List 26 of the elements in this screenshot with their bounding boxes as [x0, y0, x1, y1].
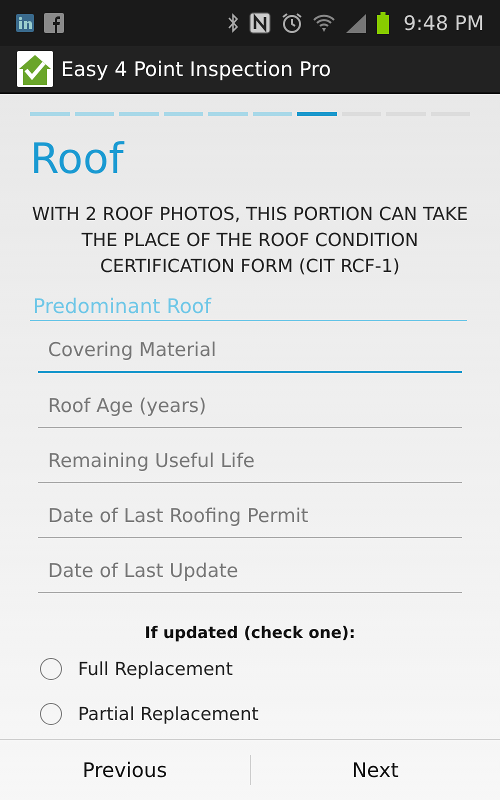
nfc-icon [249, 12, 272, 34]
linkedin-icon [16, 14, 34, 32]
next-button[interactable]: Next [250, 740, 500, 800]
house-check-icon [17, 51, 53, 87]
bluetooth-icon [227, 13, 240, 33]
signal-icon [345, 13, 368, 33]
clock-time: 9:48 PM [403, 11, 484, 35]
wifi-icon [313, 13, 336, 33]
input-field[interactable]: Date of Last Update [38, 549, 462, 593]
option-label: Full Replacement [78, 658, 233, 680]
input-field[interactable]: Covering Material [38, 329, 462, 373]
input-field[interactable]: Roof Age (years) [38, 384, 462, 428]
alarm-clock-icon [281, 12, 304, 34]
input-field[interactable]: Remaining Useful Life [38, 439, 462, 483]
notice-text: WITH 2 ROOF PHOTOS, THIS PORTION CAN TAKE THE PLACE OF THE ROOF CONDITION CERTIFICATION FORM (CIT RCF-1) [30, 203, 470, 279]
app-title: Easy 4 Point Inspection Pro [61, 57, 331, 81]
previous-button[interactable]: Previous [0, 740, 250, 800]
input-field[interactable]: Date of Last Roofing Permit [38, 494, 462, 538]
question-label: If updated (check one): [144, 623, 356, 642]
radio-button[interactable] [40, 703, 62, 725]
page-title: Roof [30, 133, 126, 185]
option-label: Partial Replacement [78, 704, 259, 724]
facebook-icon [44, 13, 64, 33]
radio-button[interactable] [40, 658, 62, 680]
battery-icon [377, 12, 390, 34]
section-header: Predominant Roof [30, 290, 467, 321]
